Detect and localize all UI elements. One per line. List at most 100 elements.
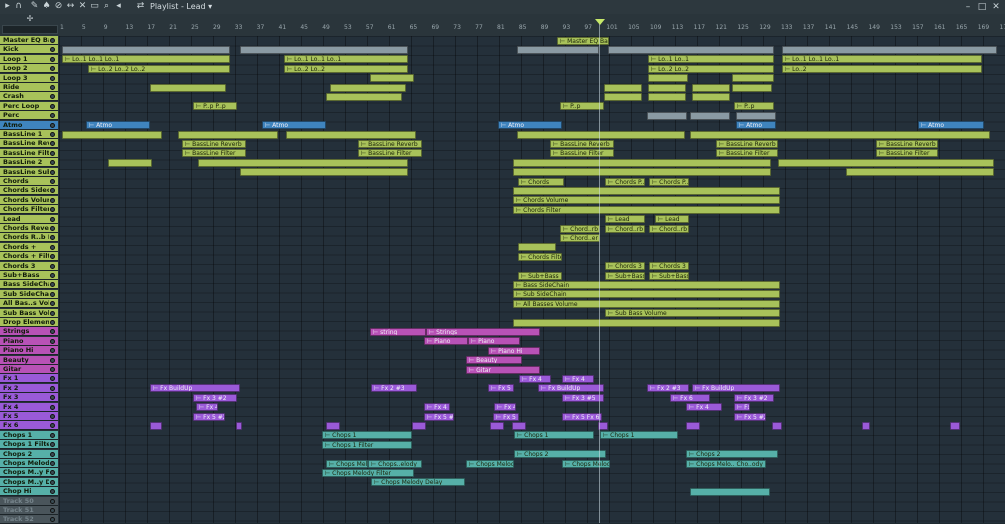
track-mute-icon[interactable] [50,141,55,147]
magnet-icon[interactable]: ∩ [14,2,23,11]
pattern-clip[interactable]: ⊢ Atmo [918,121,984,130]
pattern-clip[interactable]: ⊢ Fx BuildUp [692,384,780,393]
track-row[interactable]: Fx 1 [0,374,58,384]
pattern-clip[interactable]: ⊢ Fx 4 [686,403,722,412]
track-mute-icon[interactable] [50,179,55,184]
track-mute-icon[interactable] [50,197,55,203]
pattern-clip[interactable]: ⊢ Chops 1 [322,431,412,440]
track-mute-icon[interactable] [50,432,55,438]
speaker-icon[interactable]: ◂ [114,2,123,11]
pattern-clip[interactable] [490,421,504,430]
pattern-clip[interactable]: ⊢ Atmo [736,121,776,130]
minimize-button[interactable]: – [963,1,973,13]
track-mute-icon[interactable] [50,85,55,90]
track-row[interactable]: Chops 1 Filter [0,440,58,450]
track-row[interactable]: Fx 6 [0,421,58,431]
pattern-clip[interactable]: ⊢ Fx 3 #5 [562,393,604,402]
chevron-down-icon[interactable]: ▾ [208,2,212,11]
track-filter[interactable] [2,25,58,34]
track-row[interactable]: Gitar [0,365,58,374]
track-mute-icon[interactable] [50,75,55,81]
track-mute-icon[interactable] [50,56,55,62]
track-mute-icon[interactable] [50,122,55,128]
track-mute-icon[interactable] [50,489,55,495]
track-mute-icon[interactable] [50,517,55,523]
pattern-clip[interactable]: ⊢ Fx 6 [670,393,710,402]
pattern-clip[interactable]: ⊢ P..p [560,102,604,111]
pattern-clip[interactable]: ⊢ Chord..rb [649,224,689,233]
track-mute-icon[interactable] [50,113,55,119]
pattern-clip[interactable]: ⊢ Strings [426,327,540,336]
track-mute-icon[interactable] [50,414,55,419]
pencil-icon[interactable]: ✎ [30,2,39,11]
pattern-clip[interactable] [690,111,730,120]
pattern-clip[interactable]: ⊢ Lo..2 Lo..2 Lo..2 [88,64,230,73]
track-row[interactable]: Lead [0,214,58,224]
pattern-clip[interactable]: ⊢ Chops Melody [562,459,610,468]
track-mute-icon[interactable] [50,357,55,363]
pattern-clip[interactable] [150,421,162,430]
track-row[interactable]: Chords + [0,242,58,252]
pattern-clip[interactable]: ⊢ Fx 5 [493,412,519,421]
pattern-clip[interactable]: ⊢ Master EQ Band [557,36,609,45]
slip-icon[interactable]: ↔ [66,2,75,11]
pattern-clip[interactable] [686,421,700,430]
track-row[interactable]: Drop Elements [0,318,58,327]
pattern-clip[interactable]: ⊢ Sub SideChain [513,290,780,299]
pattern-clip[interactable]: ⊢ Sub+Bass [605,271,645,280]
track-row[interactable]: Chords [0,177,58,186]
select-icon[interactable]: ▭ [90,2,99,11]
pattern-clip[interactable] [108,158,152,167]
track-row[interactable]: Piano [0,336,58,346]
pattern-clip[interactable] [517,130,685,139]
pattern-clip[interactable] [950,421,960,430]
pattern-clip[interactable]: ⊢ Fx 5 #2 [193,412,225,421]
pattern-clip[interactable] [517,45,599,54]
track-row[interactable]: Beauty [0,355,58,365]
playhead[interactable] [599,20,600,523]
track-row[interactable]: Chords Filter [0,205,58,215]
track-row[interactable]: Strings [0,327,58,337]
track-row[interactable]: Chords Sidechain [0,186,58,196]
track-row[interactable]: BassLine Reverb [0,139,58,149]
pattern-clip[interactable]: ⊢ P..p [734,102,774,111]
pattern-clip[interactable]: ⊢ Chops 1 [514,431,594,440]
pattern-clip[interactable] [513,168,771,177]
track-row[interactable]: Loop 2 [0,64,58,74]
window-title[interactable]: Playlist - Lead ▾ [150,1,212,13]
pattern-clip[interactable] [518,243,556,252]
pattern-clip[interactable]: ⊢ BassLine Reverb [716,139,778,148]
pattern-clip[interactable]: ⊢ Piano [424,337,468,346]
track-mute-icon[interactable] [50,423,55,429]
track-row[interactable]: Chords 3 [0,261,58,271]
track-row[interactable]: Chops 2 [0,449,58,459]
pattern-clip[interactable]: ⊢ BassLine Filter [550,149,614,158]
track-row[interactable]: Ride [0,83,58,92]
pattern-clip[interactable] [648,92,686,101]
pattern-clip[interactable]: ⊢ Sub+Bass [518,271,562,280]
pattern-clip[interactable]: ⊢ Lo..2 Lo..2 [648,64,774,73]
pattern-clip[interactable]: ⊢ Lo..2 Lo..2 [284,64,408,73]
pattern-clip[interactable]: ⊢ BassLine Reverb [182,139,246,148]
pattern-clip[interactable]: ⊢ Chord..er [560,233,600,242]
pattern-clip[interactable] [326,92,402,101]
track-mute-icon[interactable] [50,395,55,401]
pattern-clip[interactable]: ⊢ BassLine Filter [876,149,938,158]
pattern-clip[interactable] [648,74,688,83]
pattern-clip[interactable]: ⊢ Chops Melody Filter [322,468,414,477]
pattern-clip[interactable]: ⊢ Piano [468,337,520,346]
pattern-clip[interactable]: ⊢ Beauty [466,356,522,365]
track-mute-icon[interactable] [50,66,55,72]
track-row[interactable]: Kick [0,45,58,55]
pattern-clip[interactable] [198,158,408,167]
track-row[interactable]: Fx 5 [0,412,58,421]
pattern-clip[interactable] [512,421,526,430]
pattern-clip[interactable] [240,168,408,177]
pattern-clip[interactable] [647,111,687,120]
track-mute-icon[interactable] [50,282,55,288]
track-mute-icon[interactable] [50,320,55,325]
track-row[interactable]: Sub SideChain [0,289,58,299]
pattern-clip[interactable]: ⊢ Lo..2 [782,64,982,73]
pattern-clip[interactable]: ⊢ Chord..rb [605,224,645,233]
pattern-clip[interactable] [326,421,340,430]
